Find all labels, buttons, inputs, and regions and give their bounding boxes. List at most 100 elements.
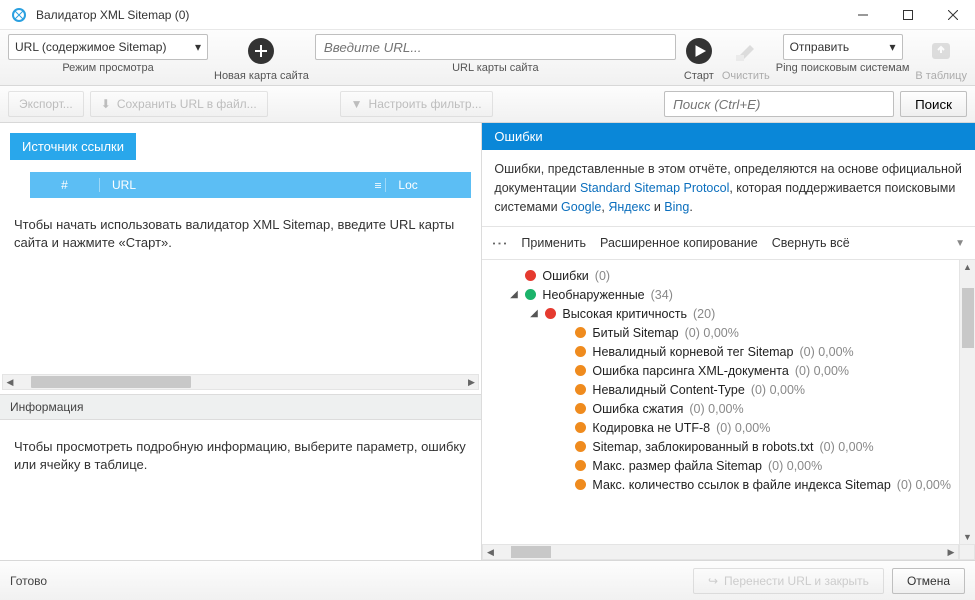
tree-node[interactable]: Ошибки (0) bbox=[490, 266, 951, 285]
send-label: Ping поисковым системам bbox=[776, 62, 910, 74]
tree-label: Ошибка сжатия bbox=[592, 402, 683, 416]
status-dot-icon bbox=[575, 403, 586, 414]
more-icon[interactable]: ⋮ bbox=[490, 236, 510, 251]
url-input[interactable] bbox=[315, 34, 676, 60]
col-loc[interactable]: Loc bbox=[386, 178, 471, 192]
tree-count: (0) 0,00% bbox=[799, 345, 853, 359]
tree-node[interactable]: Ошибка сжатия (0) 0,00% bbox=[490, 399, 951, 418]
view-mode-label: Режим просмотра bbox=[62, 62, 153, 74]
status-dot-icon bbox=[575, 441, 586, 452]
tree-node[interactable]: Невалидный Content-Type (0) 0,00% bbox=[490, 380, 951, 399]
tree-label: Битый Sitemap bbox=[592, 326, 678, 340]
tree-node[interactable]: Невалидный корневой тег Sitemap (0) 0,00… bbox=[490, 342, 951, 361]
send-value: Отправить bbox=[790, 40, 850, 54]
google-link[interactable]: Google bbox=[561, 200, 601, 214]
status-dot-icon bbox=[545, 308, 556, 319]
status-dot-icon bbox=[575, 479, 586, 490]
table-header: # URL Loc bbox=[30, 172, 471, 198]
status-dot-icon bbox=[575, 422, 586, 433]
bing-link[interactable]: Bing bbox=[664, 200, 689, 214]
view-mode-value: URL (содержимое Sitemap) bbox=[15, 40, 166, 54]
clear-label: Очистить bbox=[722, 70, 770, 82]
footer: Готово ↪ Перенести URL и закрыть Отмена bbox=[0, 560, 975, 600]
status-dot-icon bbox=[525, 289, 536, 300]
close-button[interactable] bbox=[930, 0, 975, 30]
chevron-down-icon: ▾ bbox=[195, 40, 201, 54]
tree-node[interactable]: Битый Sitemap (0) 0,00% bbox=[490, 323, 951, 342]
tree-count: (0) 0,00% bbox=[689, 402, 743, 416]
tree-label: Невалидный Content-Type bbox=[592, 383, 744, 397]
tree-count: (0) 0,00% bbox=[685, 326, 739, 340]
download-icon: ⬇ bbox=[101, 97, 111, 111]
tree-count: (0) bbox=[595, 269, 610, 283]
to-table-label: В таблицу bbox=[915, 70, 967, 82]
left-hscrollbar[interactable]: ◀▶ bbox=[2, 374, 479, 390]
col-index[interactable]: # bbox=[30, 178, 100, 192]
chevron-down-icon[interactable]: ▼ bbox=[955, 238, 965, 249]
tree-count: (0) 0,00% bbox=[897, 478, 951, 492]
minimize-button[interactable] bbox=[840, 0, 885, 30]
tree-count: (34) bbox=[651, 288, 673, 302]
tree-node[interactable]: ◢Высокая критичность (20) bbox=[490, 304, 951, 323]
tree-node[interactable]: Макс. количество ссылок в файле индекса … bbox=[490, 475, 951, 494]
view-mode-dropdown[interactable]: URL (содержимое Sitemap) ▾ bbox=[8, 34, 208, 60]
info-header[interactable]: Информация bbox=[0, 394, 481, 420]
titlebar: Валидатор XML Sitemap (0) bbox=[0, 0, 975, 30]
tree-label: Кодировка не UTF-8 bbox=[592, 421, 710, 435]
tree-label: Ошибка парсинга XML-документа bbox=[592, 364, 788, 378]
arrow-right-icon: ↪ bbox=[708, 574, 718, 588]
error-tree: Ошибки (0) ◢ Необнаруженные (34) ◢Высокая к… bbox=[482, 260, 959, 544]
left-tab[interactable]: Источник ссылки bbox=[10, 133, 136, 160]
chevron-down-icon: ▾ bbox=[890, 40, 896, 54]
secondary-toolbar: Экспорт... ⬇ Сохранить URL в файл... ▼ Н… bbox=[0, 86, 975, 123]
status-dot-icon bbox=[575, 384, 586, 395]
url-input-label: URL карты сайта bbox=[452, 62, 539, 74]
status-dot-icon bbox=[575, 365, 586, 376]
yandex-link[interactable]: Яндекс bbox=[608, 200, 650, 214]
main-area: Источник ссылки # URL Loc Чтобы начать и… bbox=[0, 123, 975, 560]
tree-node[interactable]: Sitemap, заблокированный в robots.txt (0… bbox=[490, 437, 951, 456]
tree-count: (0) 0,00% bbox=[716, 421, 770, 435]
tree-count: (0) 0,00% bbox=[751, 383, 805, 397]
tree-label: Высокая критичность bbox=[562, 307, 687, 321]
to-table-button[interactable] bbox=[924, 34, 958, 68]
tree-label: Невалидный корневой тег Sitemap bbox=[592, 345, 793, 359]
tree-label: Необнаруженные bbox=[542, 288, 644, 302]
tree-label: Макс. количество ссылок в файле индекса … bbox=[592, 478, 890, 492]
tree-label: Ошибки bbox=[542, 269, 588, 283]
tree-count: (0) 0,00% bbox=[819, 440, 873, 454]
right-hscrollbar[interactable]: ◀▶ bbox=[482, 544, 959, 560]
start-label: Старт bbox=[684, 70, 714, 82]
twisty-icon: ◢ bbox=[508, 289, 519, 300]
app-icon bbox=[8, 4, 30, 26]
status-dot-icon bbox=[575, 460, 586, 471]
save-url-button[interactable]: ⬇ Сохранить URL в файл... bbox=[90, 91, 268, 117]
status-dot-icon bbox=[575, 346, 586, 357]
export-button[interactable]: Экспорт... bbox=[8, 91, 84, 117]
errors-tab[interactable]: Ошибки bbox=[482, 123, 975, 150]
transfer-button[interactable]: ↪ Перенести URL и закрыть bbox=[693, 568, 884, 594]
maximize-button[interactable] bbox=[885, 0, 930, 30]
clear-button[interactable] bbox=[729, 34, 763, 68]
cancel-button[interactable]: Отмена bbox=[892, 568, 965, 594]
tree-node[interactable]: Ошибка парсинга XML-документа (0) 0,00% bbox=[490, 361, 951, 380]
copy-action[interactable]: Расширенное копирование bbox=[600, 236, 758, 250]
new-sitemap-button[interactable] bbox=[244, 34, 278, 68]
info-body: Чтобы просмотреть подробную информацию, … bbox=[0, 420, 481, 560]
right-panel: Ошибки Ошибки, представленные в этом отч… bbox=[482, 123, 975, 560]
send-dropdown[interactable]: Отправить ▾ bbox=[783, 34, 903, 60]
filter-button[interactable]: ▼ Настроить фильтр... bbox=[340, 91, 493, 117]
search-button[interactable]: Поиск bbox=[900, 91, 967, 117]
tree-node[interactable]: Макс. размер файла Sitemap (0) 0,00% bbox=[490, 456, 951, 475]
tree-node[interactable]: ◢ Необнаруженные (34) bbox=[490, 285, 951, 304]
search-input[interactable] bbox=[664, 91, 894, 117]
apply-action[interactable]: Применить bbox=[521, 236, 586, 250]
tree-node[interactable]: Кодировка не UTF-8 (0) 0,00% bbox=[490, 418, 951, 437]
col-url[interactable]: URL bbox=[100, 178, 386, 192]
collapse-action[interactable]: Свернуть всё bbox=[772, 236, 850, 250]
right-vscrollbar[interactable]: ▲▼ bbox=[959, 260, 975, 544]
tree-label: Макс. размер файла Sitemap bbox=[592, 459, 762, 473]
protocol-link[interactable]: Standard Sitemap Protocol bbox=[580, 181, 729, 195]
start-button[interactable] bbox=[682, 34, 716, 68]
filter-icon: ▼ bbox=[351, 97, 363, 111]
